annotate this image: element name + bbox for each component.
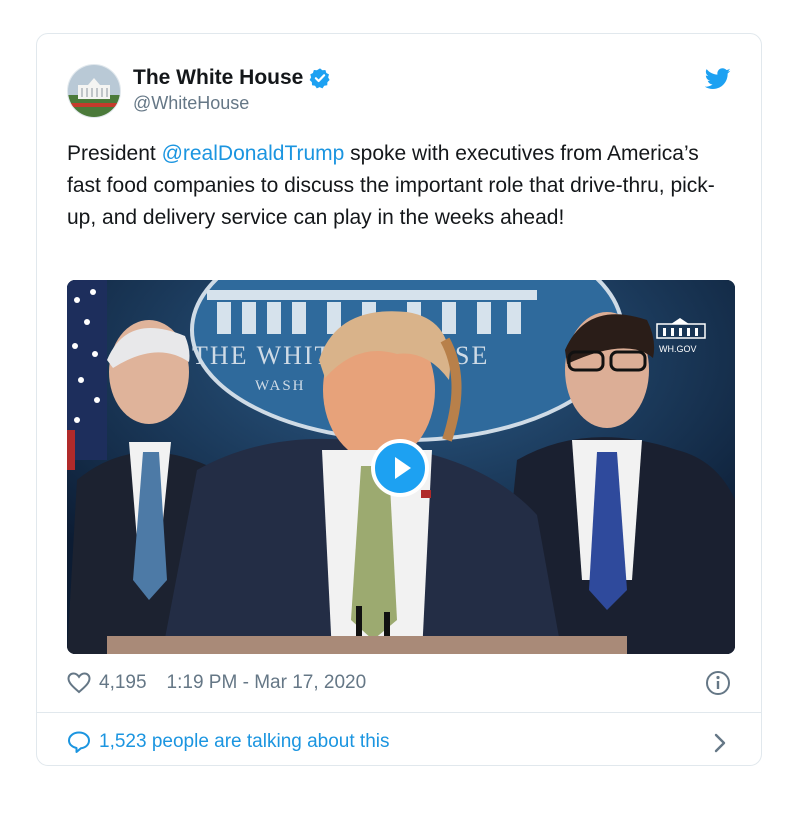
info-icon[interactable]: [705, 670, 731, 696]
author-name[interactable]: The White House: [133, 66, 303, 90]
tweet-meta: 4,195 1:19 PM - Mar 17, 2020: [67, 672, 366, 694]
speech-bubble-icon: [68, 731, 90, 753]
white-house-avatar-image: [68, 65, 120, 117]
author-block: The White House @WhiteHouse: [133, 66, 331, 114]
verified-badge-icon: [309, 68, 330, 89]
seal-text: THE WHIT: [192, 341, 332, 370]
svg-text:WH.GOV: WH.GOV: [659, 344, 697, 354]
video-player[interactable]: THE WHIT SE WASH WH.GOV: [67, 280, 735, 654]
tweet-card[interactable]: The White House @WhiteHouse President @r…: [36, 33, 762, 766]
conversation-link[interactable]: 1,523 people are talking about this: [67, 730, 390, 754]
play-icon: [395, 457, 411, 479]
conversation-label[interactable]: 1,523 people are talking about this: [99, 731, 390, 753]
author-name-row: The White House: [133, 66, 331, 90]
seal-text: SE: [455, 341, 489, 370]
play-button[interactable]: [371, 439, 429, 497]
like-count[interactable]: 4,195: [99, 672, 147, 694]
mention-link[interactable]: @realDonaldTrump: [162, 142, 345, 165]
author-handle[interactable]: @WhiteHouse: [133, 93, 331, 114]
heart-icon[interactable]: [67, 672, 91, 694]
divider: [37, 712, 761, 713]
avatar[interactable]: [67, 64, 121, 118]
twitter-bird-icon[interactable]: [705, 68, 731, 90]
seal-subtext: WASH: [255, 378, 306, 394]
tweet-text: President @realDonaldTrump spoke with ex…: [67, 138, 737, 234]
tweet-text-part: President: [67, 142, 162, 165]
chevron-right-icon[interactable]: [713, 732, 727, 754]
tweet-timestamp[interactable]: 1:19 PM - Mar 17, 2020: [167, 672, 367, 694]
